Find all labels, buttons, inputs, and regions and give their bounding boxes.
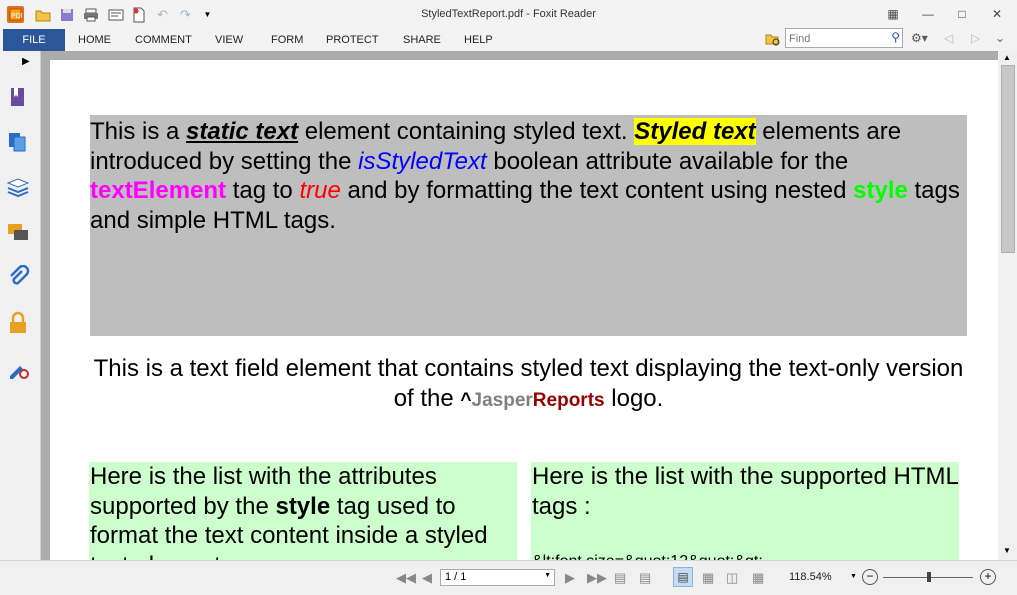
page-selector[interactable]: 1 / 1 ▼: [440, 569, 555, 586]
close-button[interactable]: ✕: [984, 5, 1010, 23]
zoom-level[interactable]: 118.54%: [789, 571, 832, 583]
text-run: boolean attribute available for the: [486, 147, 849, 175]
tab-home[interactable]: HOME: [78, 34, 111, 46]
static-text-block: This is a static text element containing…: [90, 115, 967, 336]
tab-help[interactable]: HELP: [464, 34, 493, 46]
text-run: and by formatting the text content using…: [340, 177, 854, 204]
attributes-paragraph: Here is the list with the attributes sup…: [89, 462, 517, 560]
title-bar: PDF ↶ ↷ ▼ StyledTextReport.pdf - Foxit R…: [0, 0, 1017, 29]
first-page-icon[interactable]: ◀◀: [396, 570, 416, 586]
true-value: true: [299, 177, 341, 204]
previous-result-icon[interactable]: ◁: [944, 31, 953, 45]
logo-caret: ^: [460, 389, 472, 411]
previous-page-icon[interactable]: ◀: [422, 570, 432, 586]
static-text-emphasis: static text: [186, 118, 299, 145]
navigation-panel: ▶: [0, 51, 41, 560]
single-page-icon[interactable]: ▤: [673, 567, 693, 587]
text-run: element containing styled text.: [298, 118, 635, 145]
minimize-button[interactable]: —: [915, 5, 941, 23]
continuous-facing-icon[interactable]: ▦: [752, 570, 764, 586]
tab-share[interactable]: SHARE: [403, 34, 441, 46]
zoom-in-icon[interactable]: +: [980, 569, 996, 585]
tab-comment[interactable]: COMMENT: [135, 34, 192, 46]
layers-icon[interactable]: [6, 175, 30, 199]
zoom-dropdown-icon[interactable]: ▼: [850, 573, 857, 580]
status-bar: ◀◀ ◀ 1 / 1 ▼ ▶ ▶▶ ▤ ▤ ▤ ▦ ◫ ▦ 118.54% ▼ …: [0, 560, 1017, 595]
vertical-scrollbar[interactable]: ▲ ▼: [998, 51, 1017, 560]
logo-jasper: Jasper: [471, 389, 533, 411]
zoom-out-icon[interactable]: −: [862, 569, 878, 585]
maximize-button[interactable]: □: [949, 5, 975, 23]
search-settings-icon[interactable]: ⚙▾: [911, 31, 928, 45]
window-title: StyledTextReport.pdf - Foxit Reader: [421, 8, 596, 20]
style-attributes-box: Here is the list with the attributes sup…: [89, 462, 517, 560]
next-result-icon[interactable]: ▷: [971, 31, 980, 45]
style-tag: style: [853, 177, 908, 204]
search-folder-icon[interactable]: [765, 32, 781, 49]
text-run: logo.: [604, 384, 664, 412]
comments-icon[interactable]: [6, 221, 30, 245]
tab-form[interactable]: FORM: [271, 34, 303, 46]
expand-panel-icon[interactable]: ▶: [22, 56, 30, 67]
collapse-ribbon-icon[interactable]: ⌄: [995, 31, 1005, 45]
page-number-value: 1 / 1: [445, 571, 467, 583]
zoom-slider-thumb[interactable]: [927, 572, 931, 582]
document-view[interactable]: This is a static text element containing…: [41, 51, 998, 560]
file-tab[interactable]: FILE: [3, 29, 65, 51]
next-view-icon[interactable]: ▤: [639, 570, 651, 586]
static-text-paragraph: This is a static text element containing…: [90, 117, 967, 235]
tab-protect[interactable]: PROTECT: [326, 34, 379, 46]
search-icon[interactable]: ⚲: [891, 30, 900, 44]
scroll-up-icon[interactable]: ▲: [1003, 53, 1011, 62]
html-tags-box: Here is the list with the supported HTML…: [531, 462, 959, 560]
text-field-paragraph: This is a text field element that contai…: [90, 354, 967, 415]
style-keyword: style: [275, 492, 331, 520]
ribbon-display-icon[interactable]: ▦: [880, 5, 906, 23]
jasper-logo: ^JasperReports: [460, 390, 604, 411]
find-input[interactable]: [786, 30, 888, 48]
pages-icon[interactable]: [6, 130, 30, 154]
next-page-icon[interactable]: ▶: [565, 570, 575, 586]
last-page-icon[interactable]: ▶▶: [587, 570, 607, 586]
logo-reports: Reports: [532, 389, 605, 411]
pdf-page: This is a static text element containing…: [50, 60, 998, 560]
security-lock-icon[interactable]: [6, 311, 30, 335]
previous-view-icon[interactable]: ▤: [614, 570, 626, 586]
text-run: This is a: [90, 118, 187, 145]
text-element-tag: textElement: [90, 177, 227, 204]
html-tags-heading: Here is the list with the supported HTML…: [532, 463, 958, 520]
is-styled-text-attr: isStyledText: [358, 147, 487, 175]
attachment-icon[interactable]: [6, 264, 30, 289]
scroll-down-icon[interactable]: ▼: [1003, 546, 1011, 555]
chevron-down-icon: ▼: [544, 572, 551, 579]
facing-page-icon[interactable]: ◫: [726, 570, 738, 586]
styled-text-highlight: Styled text: [634, 118, 756, 145]
bookmark-icon[interactable]: [6, 85, 30, 109]
tab-view[interactable]: VIEW: [215, 34, 243, 46]
html-tag-code: &lt;font size=&quot;12&quot;&gt;: [531, 552, 959, 560]
continuous-page-icon[interactable]: ▦: [702, 570, 714, 586]
scroll-thumb[interactable]: [1001, 65, 1015, 253]
signature-icon[interactable]: [6, 356, 30, 380]
text-run: tag to: [226, 177, 300, 204]
find-box: ⚲: [785, 28, 903, 48]
